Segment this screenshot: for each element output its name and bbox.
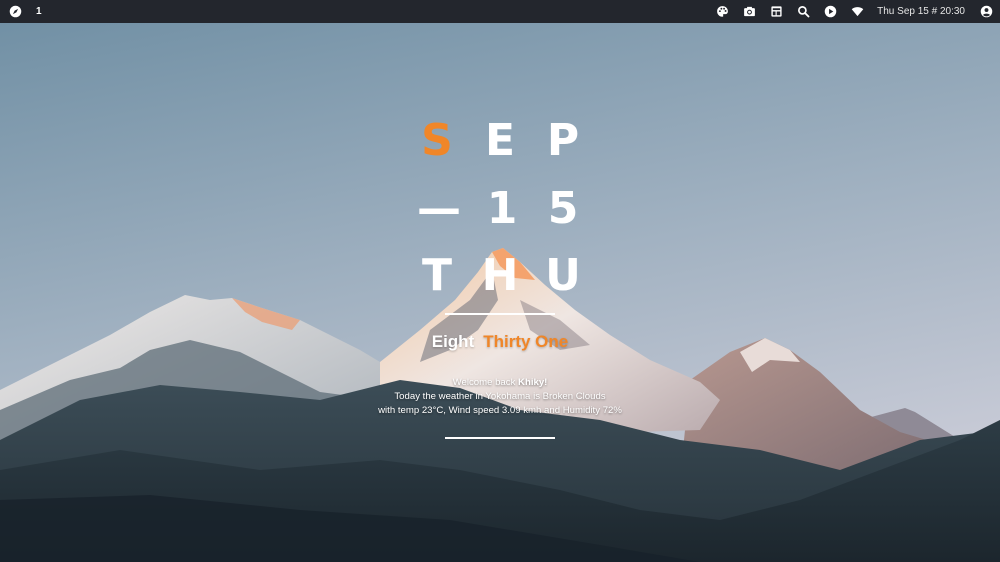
search-icon[interactable] bbox=[796, 5, 810, 19]
wifi-icon[interactable] bbox=[850, 5, 864, 19]
clock-label[interactable]: Thu Sep 15 # 20:30 bbox=[877, 6, 965, 17]
month-letter: S bbox=[421, 115, 453, 166]
day-digit: 1 bbox=[486, 183, 518, 234]
panel-left: 1 bbox=[8, 0, 42, 23]
top-panel: 1 Thu Sep 15 # 20:30 bbox=[0, 0, 1000, 23]
weekday-row: T H U bbox=[417, 248, 583, 304]
day-dash: — bbox=[417, 183, 461, 234]
time-in-words: Eight Thirty One bbox=[380, 332, 620, 352]
sidebar-panel-icon[interactable] bbox=[769, 5, 783, 19]
weather-stats-line: with temp 23°C, Wind speed 3.09 kmh and … bbox=[378, 405, 622, 416]
compass-icon[interactable] bbox=[8, 5, 22, 19]
weekday-letter: T bbox=[421, 250, 452, 301]
divider bbox=[445, 437, 555, 439]
month-row: S E P bbox=[417, 113, 583, 169]
welcome-line: Welcome back Khiky! bbox=[360, 376, 640, 390]
time-minute-words: Thirty One bbox=[483, 332, 569, 351]
month-letter: E bbox=[484, 115, 516, 166]
user-account-icon[interactable] bbox=[979, 5, 993, 19]
month-letter: P bbox=[546, 115, 580, 166]
play-icon[interactable] bbox=[823, 5, 837, 19]
palette-icon[interactable] bbox=[715, 5, 729, 19]
welcome-text: Welcome back bbox=[452, 377, 519, 388]
username: Khiky! bbox=[518, 377, 548, 388]
weather-info: Welcome back Khiky! Today the weather in… bbox=[360, 376, 640, 418]
day-digit: 5 bbox=[547, 183, 579, 234]
time-hour-words: Eight bbox=[431, 332, 475, 351]
divider bbox=[445, 313, 555, 315]
weekday-letter: H bbox=[481, 250, 519, 301]
day-row: — 1 5 bbox=[417, 181, 583, 237]
weather-line: Today the weather in Yokohama is Broken … bbox=[394, 391, 606, 402]
panel-right: Thu Sep 15 # 20:30 bbox=[715, 0, 993, 23]
weekday-letter: U bbox=[545, 250, 581, 301]
camera-icon[interactable] bbox=[742, 5, 756, 19]
workspace-indicator[interactable]: 1 bbox=[36, 6, 42, 17]
